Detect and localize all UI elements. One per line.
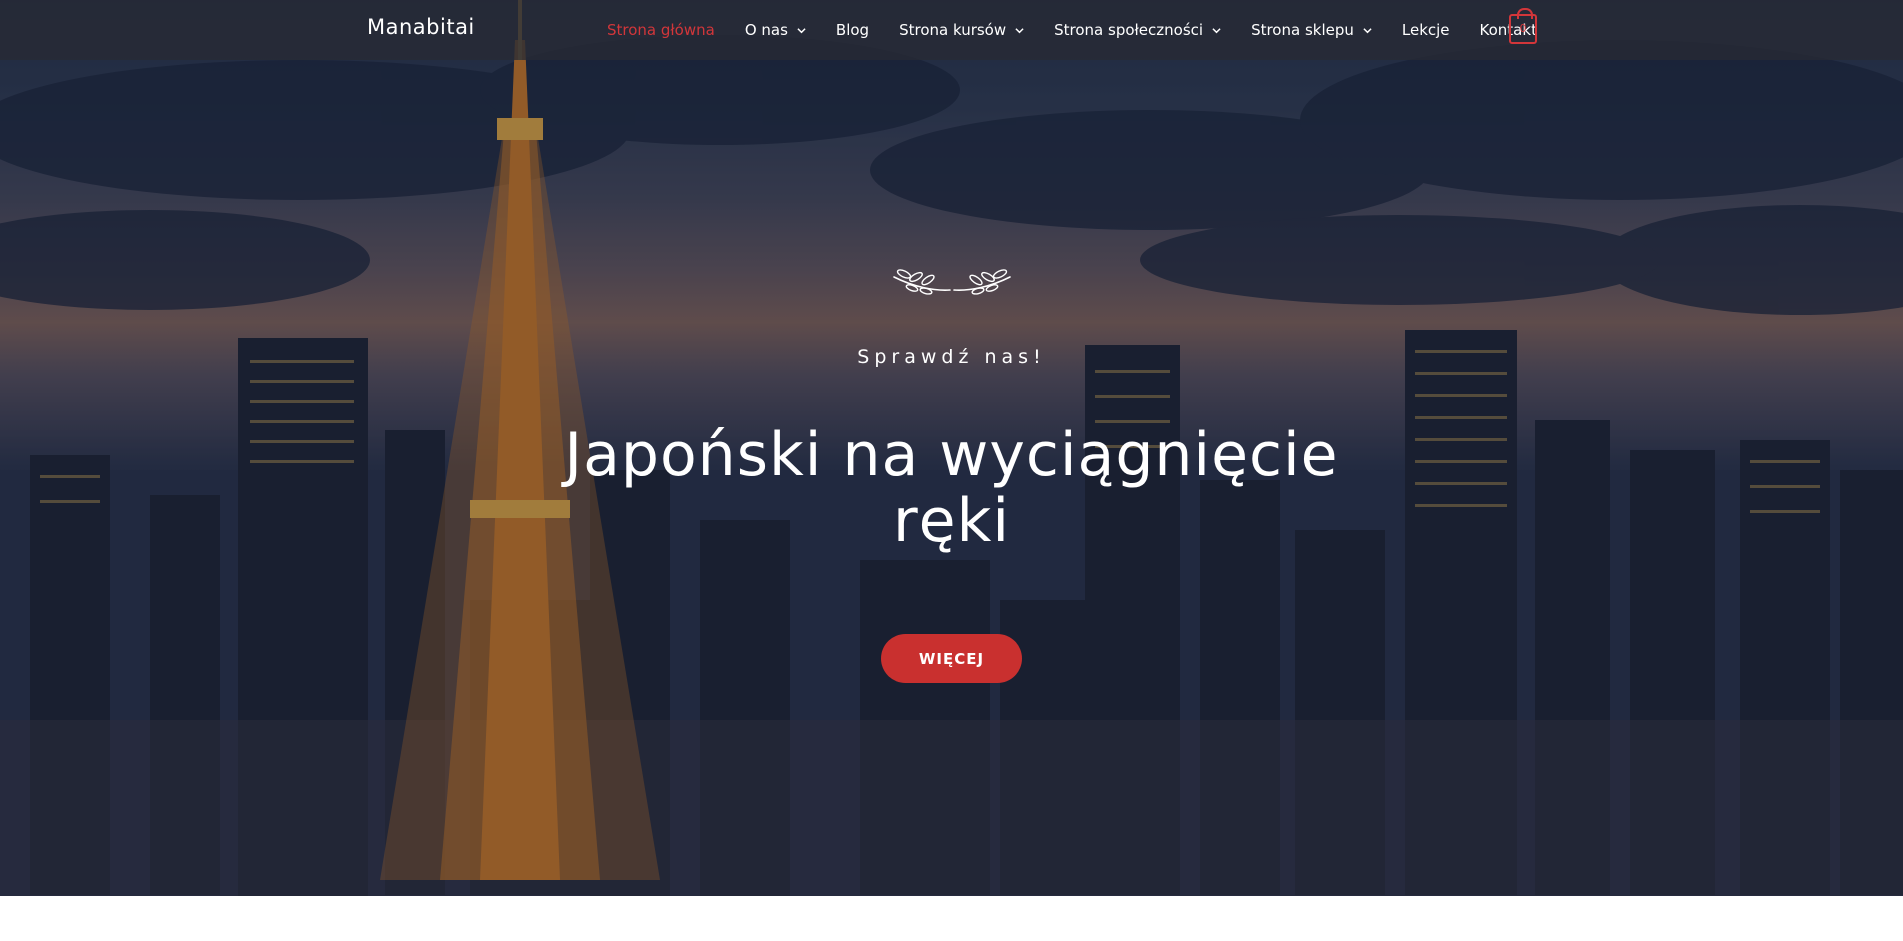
site-logo[interactable]: Manabitai bbox=[367, 15, 475, 39]
cart-count-badge: 0 bbox=[1519, 22, 1527, 35]
hero-headline: Japoński na wyciągnięcie ręki bbox=[564, 420, 1339, 556]
top-navbar: Manabitai Strona główna O nas Blog Stron… bbox=[0, 0, 1903, 60]
nav-item-label: Strona kursów bbox=[899, 21, 1007, 39]
main-menu: Strona główna O nas Blog Strona kursów S… bbox=[607, 0, 1567, 60]
nav-item-lessons[interactable]: Lekcje bbox=[1402, 21, 1450, 39]
nav-item-label: Strona społeczności bbox=[1054, 21, 1204, 39]
chevron-down-icon bbox=[1363, 27, 1372, 33]
hero-eyebrow: Sprawdź nas! bbox=[857, 346, 1046, 368]
nav-item-label: Strona sklepu bbox=[1251, 21, 1354, 39]
nav-item-label: O nas bbox=[744, 21, 788, 39]
chevron-down-icon bbox=[1015, 27, 1024, 33]
nav-item-about[interactable]: O nas bbox=[745, 21, 806, 39]
nav-item-label: Lekcje bbox=[1401, 21, 1450, 39]
chevron-down-icon bbox=[1212, 27, 1221, 33]
shopping-bag-icon[interactable]: 0 bbox=[1509, 8, 1537, 44]
nav-item-home[interactable]: Strona główna bbox=[607, 21, 715, 39]
nav-item-community[interactable]: Strona społeczności bbox=[1054, 21, 1221, 39]
laurel-icon bbox=[893, 269, 1011, 295]
more-button[interactable]: WIĘCEJ bbox=[881, 634, 1022, 683]
nav-item-label: Blog bbox=[835, 21, 870, 39]
nav-item-shop[interactable]: Strona sklepu bbox=[1251, 21, 1372, 39]
nav-item-label: Strona główna bbox=[607, 21, 715, 39]
chevron-down-icon bbox=[797, 27, 806, 33]
nav-item-courses[interactable]: Strona kursów bbox=[899, 21, 1024, 39]
nav-item-blog[interactable]: Blog bbox=[836, 21, 869, 39]
